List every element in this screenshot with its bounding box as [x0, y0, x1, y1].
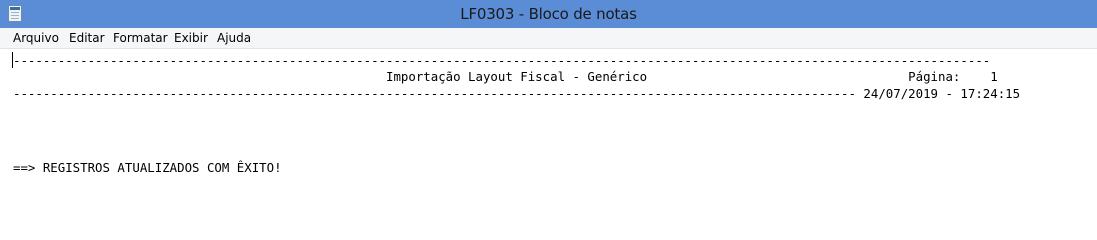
menu-ajuda[interactable]: Ajuda: [217, 31, 251, 45]
window-title: LF0303 - Bloco de notas: [460, 5, 637, 23]
menu-editar[interactable]: Editar: [69, 31, 105, 45]
separator-line-top: ----------------------------------------…: [13, 53, 991, 68]
menu-formatar[interactable]: Formatar: [113, 31, 168, 45]
report-header-line: Importação Layout Fiscal - Genérico Pági…: [13, 69, 998, 84]
text-editor[interactable]: ----------------------------------------…: [0, 49, 1097, 232]
menu-arquivo[interactable]: Arquivo: [13, 31, 59, 45]
menu-bar: Arquivo Editar Formatar Exibir Ajuda: [0, 28, 1097, 49]
separator-date-line: ----------------------------------------…: [13, 86, 1021, 101]
text-caret: [12, 52, 13, 68]
menu-exibir[interactable]: Exibir: [174, 31, 208, 45]
status-message: ==> REGISTROS ATUALIZADOS COM ÊXITO!: [13, 160, 282, 175]
title-bar[interactable]: LF0303 - Bloco de notas: [0, 0, 1097, 28]
